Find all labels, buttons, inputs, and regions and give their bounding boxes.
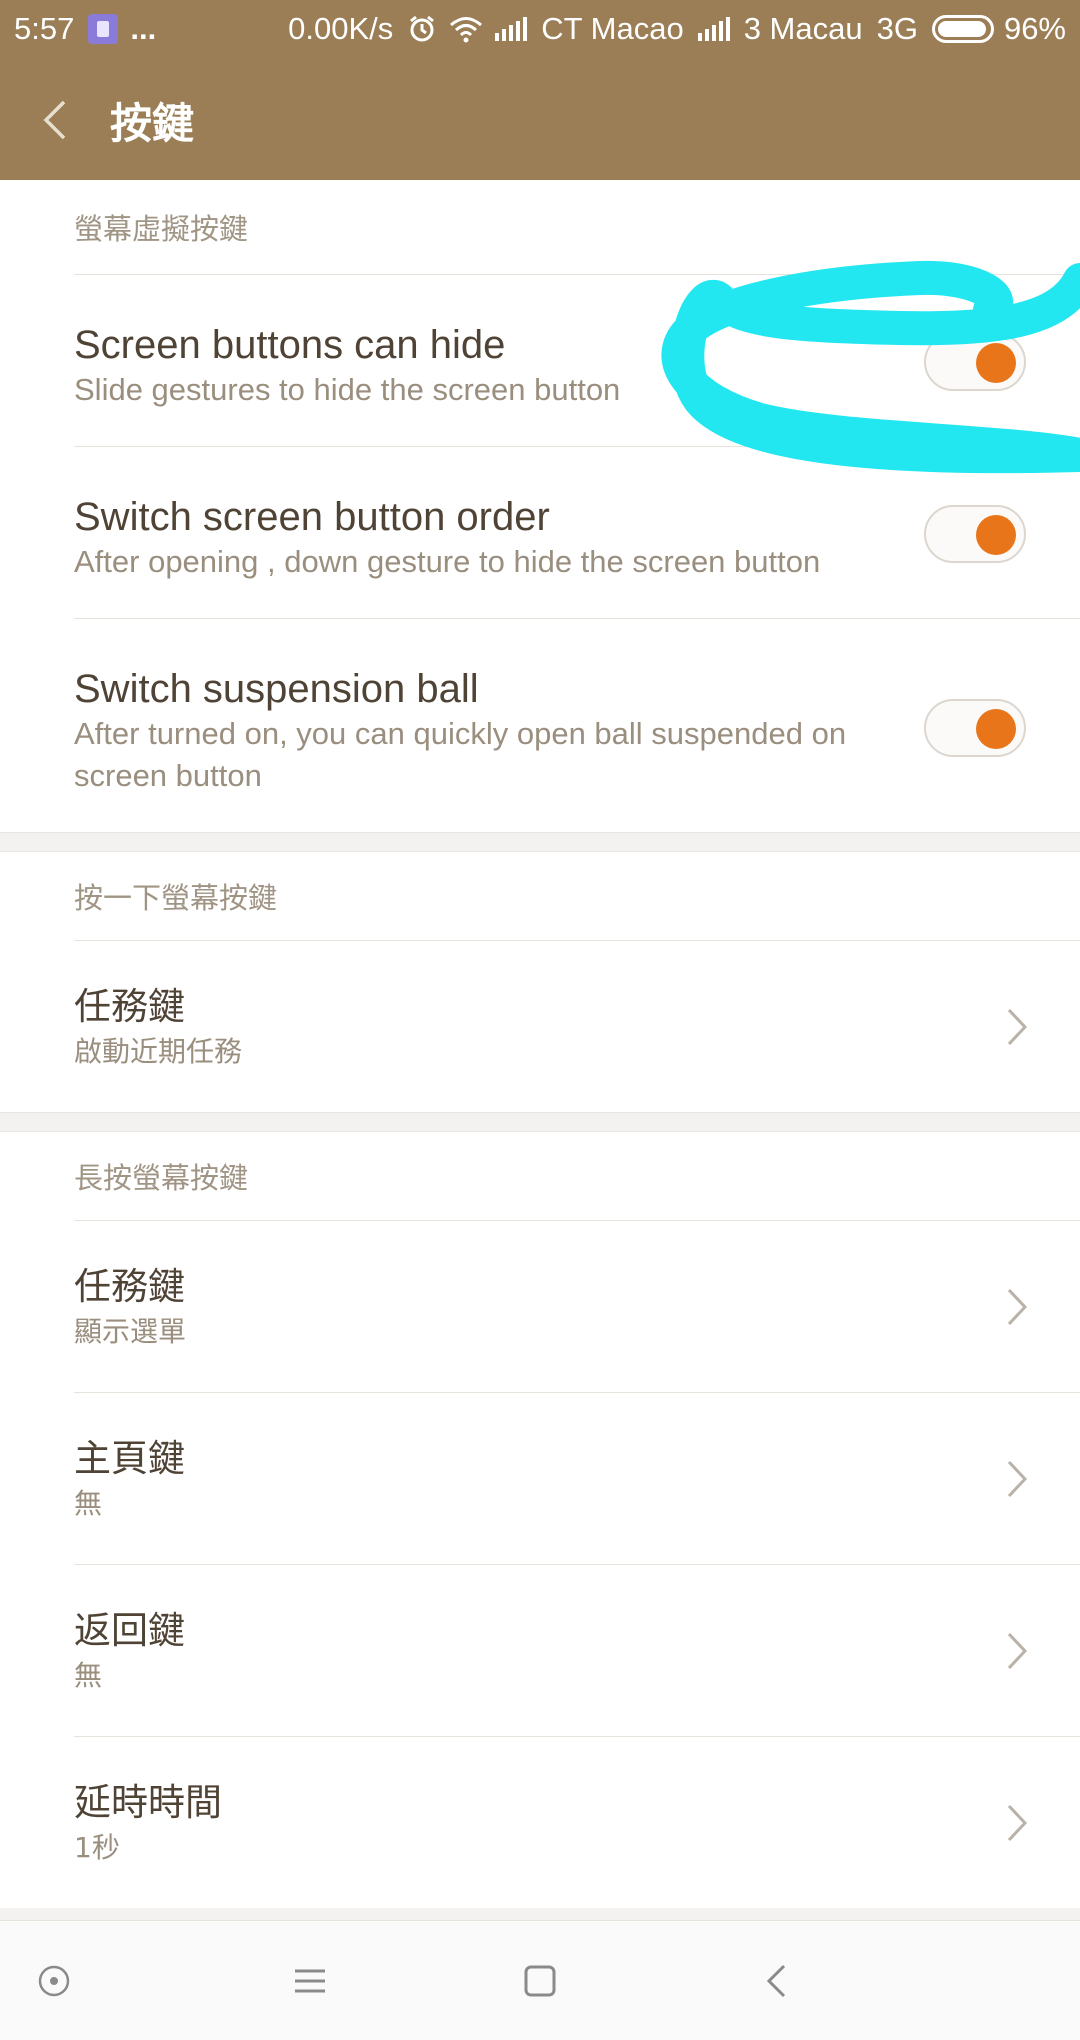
chevron-left-icon [43, 100, 66, 140]
chevron-right-icon [1007, 1632, 1028, 1670]
setting-subtitle: After turned on, you can quickly open ba… [74, 716, 847, 793]
section-header: 按一下螢幕按鍵 [74, 881, 278, 915]
back-icon [766, 1964, 786, 1998]
section-long-press: 長按螢幕按鍵 任務鍵 顯示選單 主頁鍵 無 返回鍵 無 延時時間 1秒 [0, 1132, 1080, 1908]
carrier-2: 3 Macau [743, 11, 863, 46]
setting-title: 任務鍵 [74, 1265, 185, 1308]
setting-subtitle: Slide gestures to hide the screen button [74, 372, 621, 407]
setting-title: 主頁鍵 [74, 1437, 185, 1480]
chevron-right-icon [1007, 1460, 1028, 1498]
net-speed: 0.00K/s [288, 11, 394, 46]
menu-button[interactable] [280, 1951, 340, 2011]
section-single-press: 按一下螢幕按鍵 任務鍵 啟動近期任務 [0, 852, 1080, 1112]
chevron-right-icon [1007, 1008, 1028, 1046]
setting-subtitle: After opening , down gesture to hide the… [74, 544, 821, 579]
title-row: 按鍵 [0, 84, 1080, 156]
setting-row-delay-time[interactable]: 延時時間 1秒 [74, 1736, 1080, 1908]
section-divider [0, 832, 1080, 852]
status-bar: 5:57 ... 0.00K/s CT Macao 3 Macau 3G 96% [0, 0, 1080, 58]
setting-row-suspension-ball[interactable]: Switch suspension ball After turned on, … [74, 618, 1080, 832]
toggle-switch[interactable] [924, 505, 1026, 563]
section-divider [0, 1112, 1080, 1132]
toggle-switch[interactable] [924, 699, 1026, 757]
setting-row-task-key-press[interactable]: 任務鍵 啟動近期任務 [74, 940, 1080, 1112]
toggle-knob [976, 343, 1016, 383]
toggle-knob [976, 515, 1016, 555]
app-notification-icon [88, 14, 119, 44]
toggle-knob [976, 709, 1016, 749]
back-nav-button[interactable] [746, 1951, 806, 2011]
wifi-icon [450, 17, 483, 43]
setting-subtitle: 啟動近期任務 [74, 1035, 243, 1068]
setting-row-back-key[interactable]: 返回鍵 無 [74, 1564, 1080, 1736]
setting-subtitle: 顯示選單 [74, 1315, 187, 1348]
setting-title: Switch screen button order [74, 495, 550, 539]
menu-icon [295, 1969, 325, 1993]
chevron-right-icon [1007, 1804, 1028, 1842]
setting-row-switch-button-order[interactable]: Switch screen button order After opening… [74, 446, 1080, 618]
setting-title: 任務鍵 [74, 985, 185, 1028]
network-type: 3G [876, 11, 918, 46]
toggle-switch[interactable] [924, 333, 1026, 391]
home-square-icon [524, 1965, 556, 1997]
app-header: 5:57 ... 0.00K/s CT Macao 3 Macau 3G 96% [0, 0, 1080, 180]
signal-icon [495, 17, 528, 41]
alarm-icon [410, 15, 435, 42]
setting-title: Switch suspension ball [74, 667, 479, 711]
settings-content: 螢幕虛擬按鍵 Screen buttons can hide Slide ges… [0, 180, 1080, 1908]
page-title: 按鍵 [110, 98, 195, 148]
assistant-button[interactable] [24, 1951, 84, 2011]
signal-icon-2 [697, 17, 730, 41]
battery-icon [931, 15, 994, 43]
home-button[interactable] [510, 1951, 570, 2011]
battery-percent: 96% [1003, 11, 1066, 46]
setting-row-task-key-long[interactable]: 任務鍵 顯示選單 [74, 1220, 1080, 1392]
setting-subtitle: 無 [74, 1487, 103, 1520]
setting-row-home-key[interactable]: 主頁鍵 無 [74, 1392, 1080, 1564]
setting-title: Screen buttons can hide [74, 323, 506, 367]
navigation-bar [0, 1920, 1080, 2040]
section-header: 螢幕虛擬按鍵 [74, 212, 249, 246]
setting-row-screen-buttons-hide[interactable]: Screen buttons can hide Slide gestures t… [74, 274, 1080, 446]
back-button[interactable] [0, 84, 110, 156]
chevron-right-icon [1007, 1288, 1028, 1326]
section-header: 長按螢幕按鍵 [74, 1161, 249, 1195]
setting-title: 返回鍵 [74, 1609, 185, 1652]
setting-subtitle: 1秒 [74, 1831, 120, 1864]
setting-subtitle: 無 [74, 1659, 103, 1692]
section-screen-virtual-keys: 螢幕虛擬按鍵 Screen buttons can hide Slide ges… [0, 180, 1080, 832]
status-more: ... [130, 11, 157, 46]
status-time: 5:57 [14, 11, 75, 46]
setting-title: 延時時間 [74, 1781, 222, 1824]
assistant-circle-icon [38, 1965, 70, 1997]
carrier-1: CT Macao [541, 11, 684, 46]
